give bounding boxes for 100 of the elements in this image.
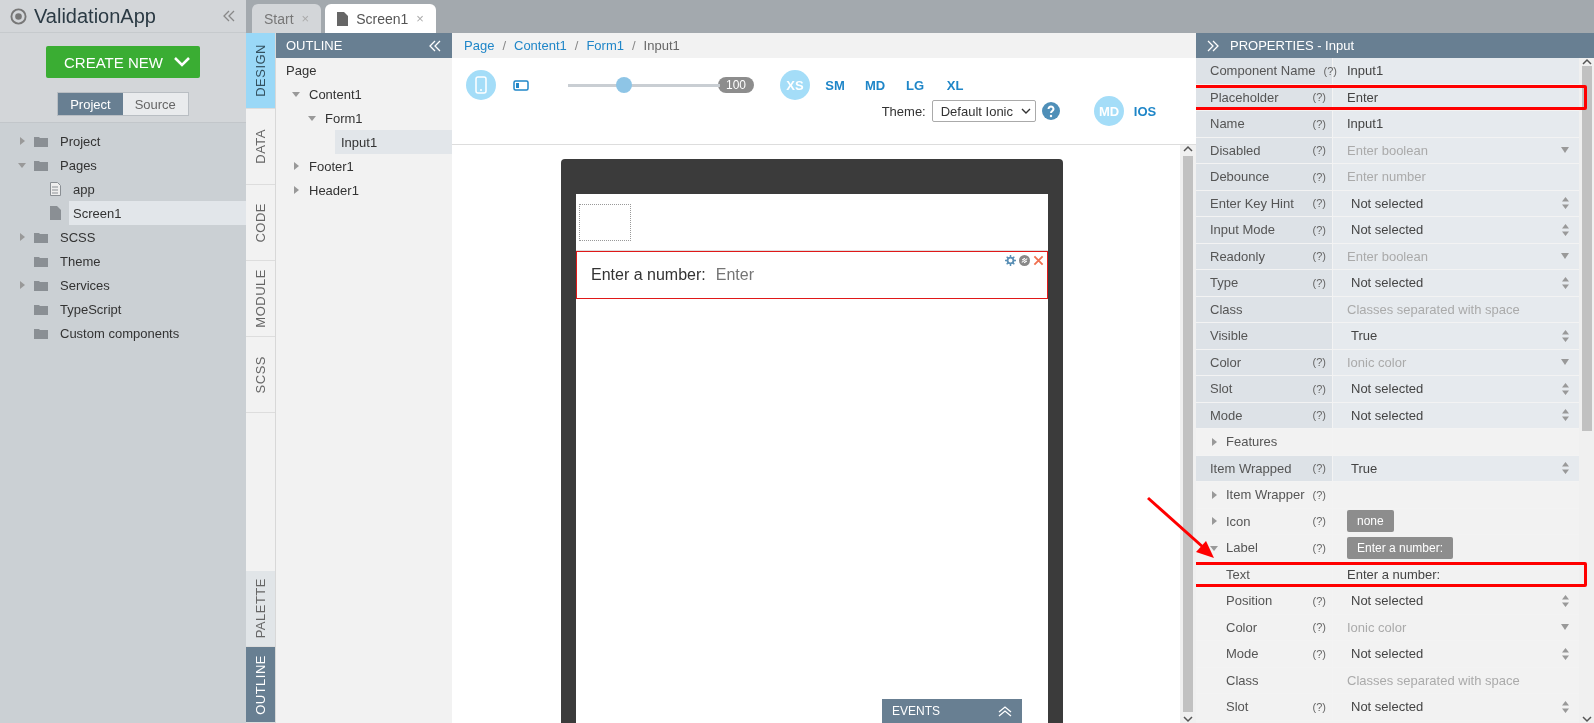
property-value[interactable]: Not selected bbox=[1347, 222, 1556, 238]
property-value[interactable]: Enter a number: bbox=[1347, 566, 1569, 582]
editor-tab[interactable]: Screen1 × bbox=[325, 4, 436, 33]
scroll-down-icon[interactable] bbox=[1581, 715, 1592, 723]
property-value[interactable]: Input1 bbox=[1347, 63, 1569, 79]
size-button[interactable]: LG bbox=[900, 70, 931, 100]
size-button[interactable]: XL bbox=[940, 70, 971, 100]
expand-arrow-icon[interactable] bbox=[18, 233, 26, 241]
tree-item[interactable]: Screen1 bbox=[69, 201, 246, 225]
tree-item[interactable]: Project bbox=[56, 129, 246, 153]
property-value[interactable]: Not selected bbox=[1347, 407, 1556, 423]
tree-item[interactable]: Custom components bbox=[56, 321, 246, 345]
help-link[interactable]: (?) bbox=[1312, 276, 1326, 289]
tree-item[interactable]: Services bbox=[56, 273, 246, 297]
scroll-up-icon[interactable] bbox=[1183, 145, 1193, 153]
theme-label: Theme: bbox=[881, 103, 926, 119]
source-tab[interactable]: Source bbox=[122, 93, 188, 115]
collapse-icon[interactable] bbox=[222, 10, 236, 22]
property-value[interactable]: Not selected bbox=[1347, 699, 1556, 715]
size-button[interactable]: SM bbox=[820, 70, 851, 100]
tree-item[interactable]: app bbox=[69, 177, 246, 201]
scroll-up-icon[interactable] bbox=[1581, 58, 1592, 66]
outline-item[interactable]: Form1 bbox=[319, 106, 369, 130]
settings-icon[interactable] bbox=[1005, 255, 1016, 266]
help-icon[interactable] bbox=[1042, 102, 1060, 120]
breadcrumb-link[interactable]: Form1 bbox=[586, 38, 624, 53]
events-panel[interactable]: EVENTS bbox=[882, 699, 1022, 723]
expand-arrow-icon[interactable] bbox=[18, 281, 26, 289]
close-icon[interactable] bbox=[1033, 255, 1044, 266]
help-link[interactable]: (?) bbox=[1312, 223, 1326, 236]
scroll-down-icon[interactable] bbox=[1183, 715, 1193, 723]
help-link[interactable]: (?) bbox=[1312, 594, 1326, 607]
help-link[interactable]: (?) bbox=[1312, 515, 1326, 528]
platform-button[interactable]: IOS bbox=[1130, 96, 1160, 126]
chevron-down-icon[interactable] bbox=[174, 57, 190, 67]
outline-item[interactable]: Page bbox=[280, 58, 323, 82]
value-chip[interactable]: none bbox=[1347, 510, 1394, 533]
help-link[interactable]: (?) bbox=[1312, 488, 1326, 501]
outline-item[interactable]: Content1 bbox=[303, 82, 368, 106]
property-value[interactable]: Not selected bbox=[1347, 195, 1556, 211]
collapse-arrow-icon[interactable] bbox=[292, 90, 300, 98]
size-button[interactable]: MD bbox=[860, 70, 891, 100]
expand-arrow-icon[interactable] bbox=[1210, 490, 1218, 499]
collapse-arrow-icon[interactable] bbox=[18, 161, 26, 169]
expand-icon[interactable] bbox=[998, 705, 1012, 717]
collapse-arrow-icon[interactable] bbox=[308, 114, 316, 122]
help-link[interactable]: (?) bbox=[1312, 91, 1326, 104]
tree-item[interactable]: Pages bbox=[56, 153, 246, 177]
help-link[interactable]: (?) bbox=[1312, 170, 1326, 183]
help-link[interactable]: (?) bbox=[1323, 64, 1337, 77]
property-value[interactable]: Not selected bbox=[1347, 381, 1556, 397]
expand-arrow-icon[interactable] bbox=[1210, 517, 1218, 526]
help-link[interactable]: (?) bbox=[1312, 409, 1326, 422]
scrollbar[interactable] bbox=[1579, 58, 1594, 723]
property-value[interactable]: Not selected bbox=[1347, 593, 1556, 609]
mode-tab[interactable]: DESIGN bbox=[246, 33, 275, 109]
expand-arrow-icon[interactable] bbox=[1210, 437, 1218, 446]
outline-item[interactable]: Footer1 bbox=[303, 154, 360, 178]
scrollbar[interactable] bbox=[1180, 145, 1196, 723]
property-value[interactable]: Not selected bbox=[1347, 646, 1556, 662]
outline-item[interactable]: Header1 bbox=[303, 178, 365, 202]
tree-item[interactable]: SCSS bbox=[56, 225, 246, 249]
help-link[interactable]: (?) bbox=[1312, 541, 1326, 554]
input-item[interactable]: Enter a number: Enter bbox=[576, 251, 1048, 299]
create-new-button[interactable]: CREATE NEW bbox=[46, 46, 200, 78]
help-link[interactable]: (?) bbox=[1312, 356, 1326, 369]
help-link[interactable]: (?) bbox=[1312, 144, 1326, 157]
help-link[interactable]: (?) bbox=[1312, 197, 1326, 210]
value-chip[interactable]: Enter a number: bbox=[1347, 536, 1454, 559]
breadcrumb-link[interactable]: Page bbox=[464, 38, 495, 53]
property-value[interactable]: Input1 bbox=[1347, 116, 1569, 132]
expand-icon[interactable] bbox=[1206, 39, 1220, 52]
property-label: Position bbox=[1226, 593, 1274, 609]
link-icon[interactable] bbox=[1019, 255, 1030, 266]
panel-tab[interactable]: PALETTE bbox=[246, 571, 275, 647]
collapse-arrow-icon[interactable] bbox=[1210, 543, 1218, 552]
property-value[interactable]: True bbox=[1347, 460, 1556, 476]
help-link[interactable]: (?) bbox=[1312, 382, 1326, 395]
outline-item[interactable]: Input1 bbox=[335, 130, 452, 154]
tree-item[interactable]: TypeScript bbox=[56, 297, 246, 321]
help-link[interactable]: (?) bbox=[1312, 117, 1326, 130]
help-link[interactable]: (?) bbox=[1312, 250, 1326, 263]
slider-thumb[interactable] bbox=[616, 77, 633, 93]
editor-tab[interactable]: Start × bbox=[252, 4, 322, 33]
expand-arrow-icon[interactable] bbox=[292, 162, 300, 170]
property-value[interactable]: True bbox=[1347, 328, 1556, 344]
property-value[interactable]: Enter bbox=[1347, 89, 1569, 105]
help-link[interactable]: (?) bbox=[1312, 700, 1326, 713]
breadcrumb-link[interactable]: Content1 bbox=[514, 38, 567, 53]
help-link[interactable]: (?) bbox=[1312, 462, 1326, 475]
theme-select[interactable]: Default Ionic bbox=[931, 100, 1036, 122]
phone-view-button[interactable] bbox=[466, 70, 496, 100]
source-tab[interactable]: Project bbox=[58, 93, 123, 115]
expand-arrow-icon[interactable] bbox=[18, 137, 26, 145]
property-value[interactable]: Not selected bbox=[1347, 275, 1556, 291]
panel-tab[interactable]: OUTLINE bbox=[246, 647, 275, 723]
expand-arrow-icon[interactable] bbox=[292, 186, 300, 194]
tree-item[interactable]: Theme bbox=[56, 249, 246, 273]
help-link[interactable]: (?) bbox=[1312, 621, 1326, 634]
help-link[interactable]: (?) bbox=[1312, 647, 1326, 660]
